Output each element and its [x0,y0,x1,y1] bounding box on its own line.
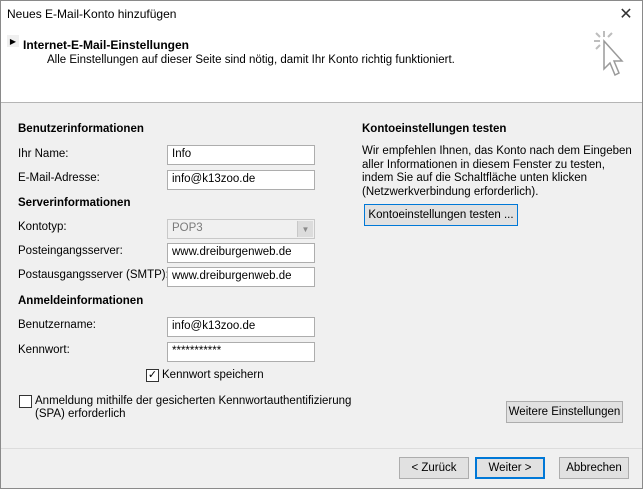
click-cursor-icon [594,31,624,77]
outgoing-server-field[interactable]: www.dreiburgenweb.de [167,267,315,287]
more-settings-button[interactable]: Weitere Einstellungen [506,401,623,423]
footer-divider [1,448,642,449]
back-button[interactable]: < Zurück [399,457,469,479]
spa-label-line1: Anmeldung mithilfe der gesicherten Kennw… [35,395,352,407]
close-icon[interactable]: ✕ [616,4,636,24]
password-label: Kennwort: [18,344,70,356]
email-label: E-Mail-Adresse: [18,172,100,184]
account-type-label: Kontotyp: [18,221,67,233]
incoming-server-label: Posteingangsserver: [18,245,123,257]
title-bar: Neues E-Mail-Konto hinzufügen ✕ [1,1,642,27]
account-type-select: POP3 ▼ [167,219,315,239]
test-account-button[interactable]: Kontoeinstellungen testen ... [364,204,518,226]
page-title: Internet-E-Mail-Einstellungen [23,38,190,52]
incoming-server-field[interactable]: www.dreiburgenweb.de [167,243,315,263]
page-header: ▶ Internet-E-Mail-Einstellungen Alle Ein… [1,27,642,103]
username-field[interactable]: info@k13zoo.de [167,317,315,337]
name-field[interactable]: Info [167,145,315,165]
user-info-heading: Benutzerinformationen [18,123,144,135]
password-field[interactable]: *********** [167,342,315,362]
name-label: Ihr Name: [18,148,69,160]
cancel-button[interactable]: Abbrechen [559,457,629,479]
dialog-window: Neues E-Mail-Konto hinzufügen ✕ ▶ Intern… [0,0,643,489]
username-label: Benutzername: [18,319,96,331]
spa-checkbox[interactable] [19,395,32,408]
test-heading: Kontoeinstellungen testen [362,123,507,135]
save-password-checkbox[interactable]: ✓ [146,369,159,382]
server-info-heading: Serverinformationen [18,197,131,209]
save-password-label: Kennwort speichern [162,369,264,381]
window-title: Neues E-Mail-Konto hinzufügen [7,7,177,21]
login-info-heading: Anmeldeinformationen [18,295,144,307]
page-subtitle: Alle Einstellungen auf dieser Seite sind… [47,54,455,66]
account-type-value: POP3 [172,222,203,234]
next-button[interactable]: Weiter > [475,457,545,479]
cursor-marker-icon: ▶ [7,35,19,47]
outgoing-server-label: Postausgangsserver (SMTP): [18,269,169,281]
email-field[interactable]: info@k13zoo.de [167,170,315,190]
test-description: Wir empfehlen Ihnen, das Konto nach dem … [362,145,632,198]
chevron-down-icon: ▼ [297,221,313,237]
spa-label-line2: (SPA) erforderlich [35,408,126,420]
